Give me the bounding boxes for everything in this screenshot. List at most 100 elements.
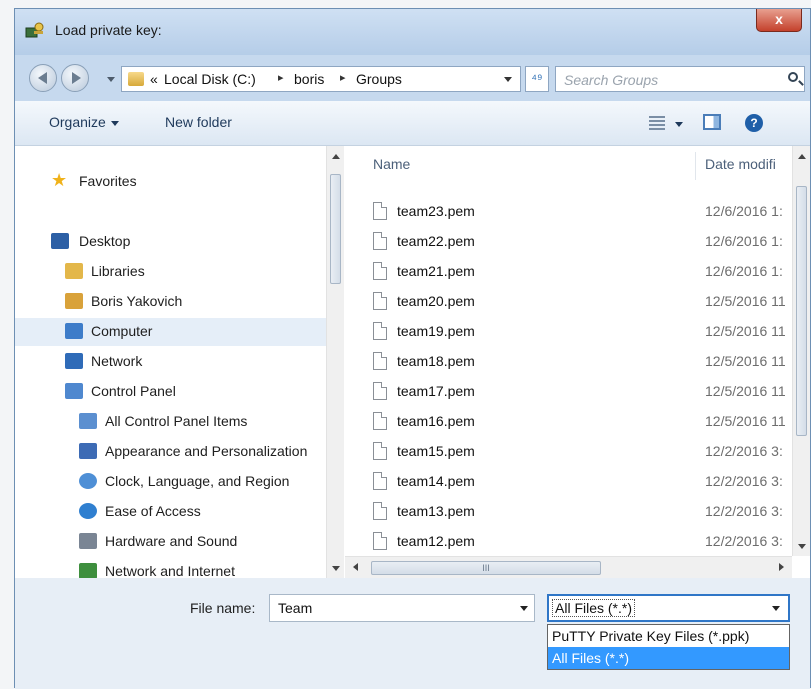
search-icon[interactable] [788,72,798,82]
file-row[interactable]: team13.pem 12/2/2016 3: [345,498,795,528]
title-bar[interactable]: Load private key: x [15,9,810,55]
recent-locations-dropdown-icon[interactable] [107,77,115,82]
scrollbar-thumb[interactable] [796,186,807,436]
column-header-name[interactable]: Name [373,156,410,172]
network-icon [65,353,83,369]
nav-label: Network [91,353,143,369]
file-name: team12.pem [397,533,475,549]
organize-button[interactable]: Organize [49,114,119,130]
file-row[interactable]: team23.pem 12/6/2016 1: [345,198,795,228]
file-icon [373,502,387,520]
nav-label: All Control Panel Items [105,413,248,429]
nav-item-computer[interactable]: Computer [15,318,326,346]
scroll-up-icon[interactable] [798,154,806,159]
file-icon [373,232,387,250]
nav-label: Libraries [91,263,145,279]
nav-item-boris-yakovich[interactable]: Boris Yakovich [15,288,326,316]
close-button[interactable]: x [756,9,802,32]
file-type-select[interactable]: All Files (*.*) [547,594,790,622]
file-icon [373,412,387,430]
ease-of-access-icon [79,503,97,519]
refresh-button[interactable]: ⁴⁹ [525,66,549,92]
nav-label: Clock, Language, and Region [105,473,290,489]
file-date: 12/5/2016 11 [705,413,786,429]
nav-item-all-control-panel-items[interactable]: All Control Panel Items [15,408,326,436]
view-options-icon[interactable] [649,116,665,130]
scrollbar-thumb[interactable] [330,174,341,284]
file-row[interactable]: team20.pem 12/5/2016 11 [345,288,795,318]
address-bar[interactable]: « Local Disk (C:) ▸ boris ▸ Groups [121,66,521,92]
file-row[interactable]: team22.pem 12/6/2016 1: [345,228,795,258]
nav-item-hardware-sound[interactable]: Hardware and Sound [15,528,326,556]
file-name: team23.pem [397,203,475,219]
address-dropdown-icon[interactable] [504,77,512,82]
file-type-option-ppk[interactable]: PuTTY Private Key Files (*.ppk) [548,625,789,647]
file-name-value: Team [278,600,313,616]
file-icon [373,382,387,400]
file-date: 12/6/2016 1: [705,233,783,249]
file-row[interactable]: team14.pem 12/2/2016 3: [345,468,795,498]
scroll-left-icon[interactable] [353,563,358,571]
nav-item-libraries[interactable]: Libraries [15,258,326,286]
folder-icon [128,72,144,86]
scroll-down-icon[interactable] [332,566,340,571]
nav-item-appearance[interactable]: Appearance and Personalization [15,438,326,466]
navigation-scrollbar[interactable] [326,146,344,578]
column-header-date-modified[interactable]: Date modifi [705,156,795,172]
file-row[interactable]: team19.pem 12/5/2016 11 [345,318,795,348]
nav-item-desktop[interactable]: Desktop [15,228,326,256]
nav-label: Ease of Access [105,503,201,519]
libraries-icon [65,263,83,279]
clock-globe-icon [79,473,97,489]
file-list[interactable]: Name Date modifi team23.pem 12/6/2016 1: … [345,146,810,578]
nav-item-network[interactable]: Network [15,348,326,376]
back-arrow-icon [38,72,47,84]
file-icon [373,472,387,490]
file-type-option-all-files[interactable]: All Files (*.*) [548,647,789,669]
breadcrumb-separator-icon[interactable]: ▸ [278,71,284,84]
control-panel-icon [65,383,83,399]
file-row[interactable]: team17.pem 12/5/2016 11 [345,378,795,408]
file-date: 12/2/2016 3: [705,533,783,549]
breadcrumb-groups[interactable]: Groups [356,71,402,87]
nav-item-favorites[interactable]: ★ Favorites [15,168,326,196]
file-row[interactable]: team21.pem 12/6/2016 1: [345,258,795,288]
scroll-down-icon[interactable] [798,544,806,549]
forward-button[interactable] [61,64,89,92]
file-list-horizontal-scrollbar[interactable]: III [345,556,792,579]
breadcrumb-local-disk[interactable]: Local Disk (C:) [164,71,256,87]
file-name: team13.pem [397,503,475,519]
view-dropdown-icon[interactable] [675,122,683,127]
file-name-input[interactable]: Team [269,594,535,622]
scroll-right-icon[interactable] [779,563,784,571]
file-row[interactable]: team18.pem 12/5/2016 11 [345,348,795,378]
nav-item-network-internet[interactable]: Network and Internet [15,558,326,578]
file-list-vertical-scrollbar[interactable] [792,146,810,556]
preview-pane-icon[interactable] [703,114,721,130]
new-folder-button[interactable]: New folder [165,114,232,130]
file-name-dropdown-icon[interactable] [520,606,528,611]
breadcrumb-overflow[interactable]: « [150,71,158,87]
back-button[interactable] [29,64,57,92]
desktop-icon [51,233,69,249]
nav-item-ease-of-access[interactable]: Ease of Access [15,498,326,526]
search-placeholder: Search Groups [564,72,659,88]
breadcrumb-separator-icon[interactable]: ▸ [340,71,346,84]
nav-item-control-panel[interactable]: Control Panel [15,378,326,406]
file-row[interactable]: team15.pem 12/2/2016 3: [345,438,795,468]
file-date: 12/5/2016 11 [705,323,786,339]
column-divider[interactable] [695,152,696,180]
scrollbar-thumb[interactable]: III [371,561,601,575]
file-row[interactable]: team16.pem 12/5/2016 11 [345,408,795,438]
help-icon[interactable]: ? [745,114,763,132]
navigation-pane[interactable]: ★ Favorites Desktop Libraries Boris Yako… [15,146,345,578]
nav-item-clock-language-region[interactable]: Clock, Language, and Region [15,468,326,496]
scroll-up-icon[interactable] [332,154,340,159]
breadcrumb-boris[interactable]: boris [294,71,324,87]
file-type-dropdown-icon[interactable] [772,606,780,611]
file-row[interactable]: team12.pem 12/2/2016 3: [345,528,795,558]
star-icon: ★ [51,170,68,190]
search-input[interactable]: Search Groups [555,66,805,92]
file-name: team18.pem [397,353,475,369]
nav-label: Appearance and Personalization [105,443,308,459]
